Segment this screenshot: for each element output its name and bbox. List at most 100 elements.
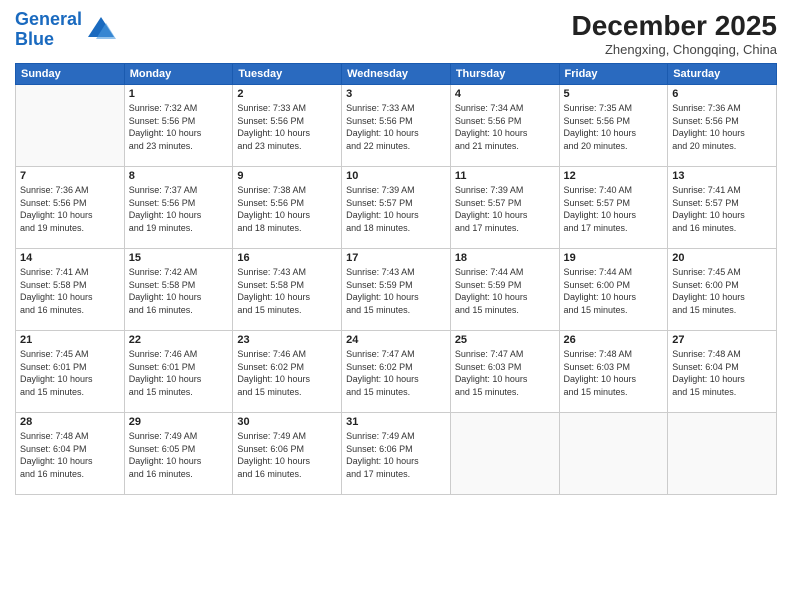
day-info: Sunrise: 7:49 AM Sunset: 6:05 PM Dayligh… <box>129 430 229 480</box>
calendar-week-1: 1Sunrise: 7:32 AM Sunset: 5:56 PM Daylig… <box>16 85 777 167</box>
day-number: 6 <box>672 88 772 100</box>
day-number: 28 <box>20 416 120 428</box>
calendar-cell <box>16 85 125 167</box>
day-number: 22 <box>129 334 229 346</box>
calendar-cell: 25 Sunrise: 7:47 AM Sunset: 6:03 PM Dayli… <box>450 331 559 413</box>
month-title: December 2025 <box>572 10 777 42</box>
day-number: 15 <box>129 252 229 264</box>
day-number: 23 <box>237 334 337 346</box>
day-number: 21 <box>20 334 120 346</box>
day-info: Sunrise: 7:33 AM Sunset: 5:56 PM Dayligh… <box>346 102 446 152</box>
day-number: 14 <box>20 252 120 264</box>
calendar-header-thursday: Thursday <box>450 64 559 85</box>
day-info: Sunrise: 7:46 AM Sunset: 6:02 PM Dayligh… <box>237 348 337 398</box>
calendar-cell: 28 Sunrise: 7:48 AM Sunset: 6:04 PM Dayli… <box>16 413 125 495</box>
calendar-cell: 26 Sunrise: 7:48 AM Sunset: 6:03 PM Dayli… <box>559 331 668 413</box>
logo-icon <box>86 15 116 45</box>
day-number: 2 <box>237 88 337 100</box>
logo: General Blue <box>15 10 116 50</box>
day-number: 13 <box>672 170 772 182</box>
day-number: 24 <box>346 334 446 346</box>
calendar-cell: 22 Sunrise: 7:46 AM Sunset: 6:01 PM Dayli… <box>124 331 233 413</box>
day-number: 1 <box>129 88 229 100</box>
calendar-header-friday: Friday <box>559 64 668 85</box>
day-info: Sunrise: 7:49 AM Sunset: 6:06 PM Dayligh… <box>237 430 337 480</box>
calendar-cell: 29 Sunrise: 7:49 AM Sunset: 6:05 PM Dayli… <box>124 413 233 495</box>
calendar-cell: 8 Sunrise: 7:37 AM Sunset: 5:56 PM Daylig… <box>124 167 233 249</box>
day-info: Sunrise: 7:35 AM Sunset: 5:56 PM Dayligh… <box>564 102 664 152</box>
day-number: 27 <box>672 334 772 346</box>
calendar-header-wednesday: Wednesday <box>342 64 451 85</box>
day-info: Sunrise: 7:38 AM Sunset: 5:56 PM Dayligh… <box>237 184 337 234</box>
day-number: 10 <box>346 170 446 182</box>
day-info: Sunrise: 7:44 AM Sunset: 6:00 PM Dayligh… <box>564 266 664 316</box>
day-info: Sunrise: 7:49 AM Sunset: 6:06 PM Dayligh… <box>346 430 446 480</box>
day-info: Sunrise: 7:37 AM Sunset: 5:56 PM Dayligh… <box>129 184 229 234</box>
day-number: 25 <box>455 334 555 346</box>
day-number: 11 <box>455 170 555 182</box>
day-info: Sunrise: 7:42 AM Sunset: 5:58 PM Dayligh… <box>129 266 229 316</box>
day-info: Sunrise: 7:36 AM Sunset: 5:56 PM Dayligh… <box>20 184 120 234</box>
day-info: Sunrise: 7:48 AM Sunset: 6:04 PM Dayligh… <box>20 430 120 480</box>
day-number: 3 <box>346 88 446 100</box>
day-number: 26 <box>564 334 664 346</box>
page: General Blue December 2025 Zhengxing, Ch… <box>0 0 792 612</box>
calendar-table: SundayMondayTuesdayWednesdayThursdayFrid… <box>15 63 777 495</box>
calendar-cell: 20 Sunrise: 7:45 AM Sunset: 6:00 PM Dayli… <box>668 249 777 331</box>
header: General Blue December 2025 Zhengxing, Ch… <box>15 10 777 57</box>
calendar-cell: 2 Sunrise: 7:33 AM Sunset: 5:56 PM Daylig… <box>233 85 342 167</box>
calendar-cell: 4Sunrise: 7:34 AM Sunset: 5:56 PM Daylig… <box>450 85 559 167</box>
subtitle: Zhengxing, Chongqing, China <box>572 42 777 57</box>
calendar-cell: 15 Sunrise: 7:42 AM Sunset: 5:58 PM Dayli… <box>124 249 233 331</box>
day-info: Sunrise: 7:46 AM Sunset: 6:01 PM Dayligh… <box>129 348 229 398</box>
day-info: Sunrise: 7:39 AM Sunset: 5:57 PM Dayligh… <box>346 184 446 234</box>
calendar-cell: 30Sunrise: 7:49 AM Sunset: 6:06 PM Dayli… <box>233 413 342 495</box>
day-info: Sunrise: 7:43 AM Sunset: 5:58 PM Dayligh… <box>237 266 337 316</box>
title-block: December 2025 Zhengxing, Chongqing, Chin… <box>572 10 777 57</box>
calendar-cell: 23 Sunrise: 7:46 AM Sunset: 6:02 PM Dayli… <box>233 331 342 413</box>
day-info: Sunrise: 7:33 AM Sunset: 5:56 PM Dayligh… <box>237 102 337 152</box>
day-info: Sunrise: 7:36 AM Sunset: 5:56 PM Dayligh… <box>672 102 772 152</box>
day-info: Sunrise: 7:43 AM Sunset: 5:59 PM Dayligh… <box>346 266 446 316</box>
calendar-cell: 31 Sunrise: 7:49 AM Sunset: 6:06 PM Dayli… <box>342 413 451 495</box>
calendar-header-monday: Monday <box>124 64 233 85</box>
day-number: 20 <box>672 252 772 264</box>
day-info: Sunrise: 7:45 AM Sunset: 6:00 PM Dayligh… <box>672 266 772 316</box>
calendar-cell: 5Sunrise: 7:35 AM Sunset: 5:56 PM Daylig… <box>559 85 668 167</box>
day-number: 16 <box>237 252 337 264</box>
day-info: Sunrise: 7:48 AM Sunset: 6:03 PM Dayligh… <box>564 348 664 398</box>
calendar-cell: 7 Sunrise: 7:36 AM Sunset: 5:56 PM Daylig… <box>16 167 125 249</box>
logo-text: General Blue <box>15 10 82 50</box>
calendar-cell: 9Sunrise: 7:38 AM Sunset: 5:56 PM Daylig… <box>233 167 342 249</box>
calendar-header-saturday: Saturday <box>668 64 777 85</box>
day-number: 8 <box>129 170 229 182</box>
calendar-cell: 19 Sunrise: 7:44 AM Sunset: 6:00 PM Dayli… <box>559 249 668 331</box>
calendar-header-sunday: Sunday <box>16 64 125 85</box>
calendar-cell: 16 Sunrise: 7:43 AM Sunset: 5:58 PM Dayli… <box>233 249 342 331</box>
calendar-cell: 6 Sunrise: 7:36 AM Sunset: 5:56 PM Daylig… <box>668 85 777 167</box>
day-number: 29 <box>129 416 229 428</box>
calendar-week-4: 21 Sunrise: 7:45 AM Sunset: 6:01 PM Dayli… <box>16 331 777 413</box>
calendar-cell: 3 Sunrise: 7:33 AM Sunset: 5:56 PM Daylig… <box>342 85 451 167</box>
day-number: 17 <box>346 252 446 264</box>
day-info: Sunrise: 7:47 AM Sunset: 6:03 PM Dayligh… <box>455 348 555 398</box>
logo-line2: Blue <box>15 29 54 49</box>
day-info: Sunrise: 7:47 AM Sunset: 6:02 PM Dayligh… <box>346 348 446 398</box>
calendar-week-3: 14 Sunrise: 7:41 AM Sunset: 5:58 PM Dayli… <box>16 249 777 331</box>
calendar-week-5: 28 Sunrise: 7:48 AM Sunset: 6:04 PM Dayli… <box>16 413 777 495</box>
calendar-cell: 14 Sunrise: 7:41 AM Sunset: 5:58 PM Dayli… <box>16 249 125 331</box>
calendar-header-tuesday: Tuesday <box>233 64 342 85</box>
day-number: 31 <box>346 416 446 428</box>
day-info: Sunrise: 7:44 AM Sunset: 5:59 PM Dayligh… <box>455 266 555 316</box>
calendar-cell: 24 Sunrise: 7:47 AM Sunset: 6:02 PM Dayli… <box>342 331 451 413</box>
day-info: Sunrise: 7:39 AM Sunset: 5:57 PM Dayligh… <box>455 184 555 234</box>
day-info: Sunrise: 7:41 AM Sunset: 5:57 PM Dayligh… <box>672 184 772 234</box>
calendar-cell: 18 Sunrise: 7:44 AM Sunset: 5:59 PM Dayli… <box>450 249 559 331</box>
calendar-cell: 10 Sunrise: 7:39 AM Sunset: 5:57 PM Dayli… <box>342 167 451 249</box>
day-number: 18 <box>455 252 555 264</box>
day-info: Sunrise: 7:45 AM Sunset: 6:01 PM Dayligh… <box>20 348 120 398</box>
day-number: 19 <box>564 252 664 264</box>
day-number: 7 <box>20 170 120 182</box>
calendar-week-2: 7 Sunrise: 7:36 AM Sunset: 5:56 PM Daylig… <box>16 167 777 249</box>
day-info: Sunrise: 7:41 AM Sunset: 5:58 PM Dayligh… <box>20 266 120 316</box>
